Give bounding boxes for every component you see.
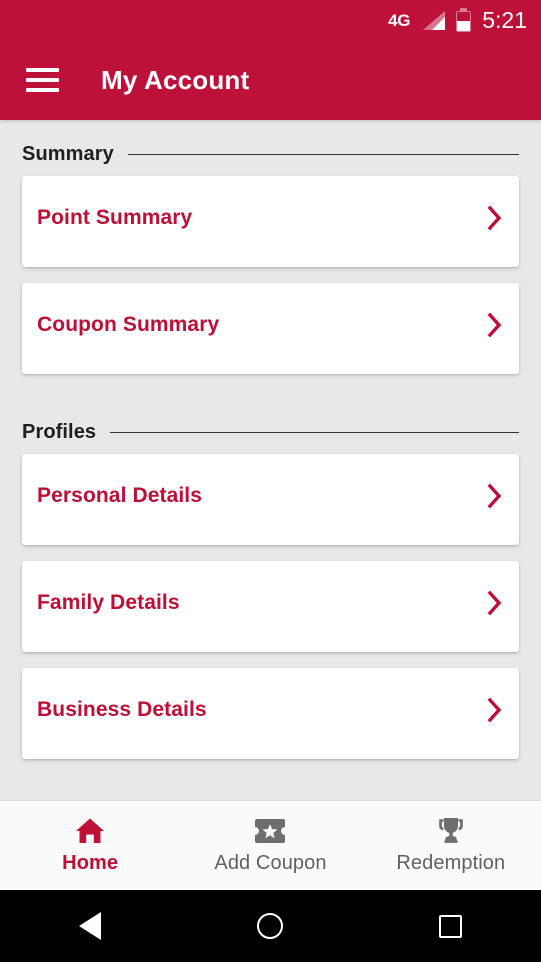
- bottom-navigation-bar: Home Add Coupon Redemption: [0, 800, 541, 890]
- list-item-business-details[interactable]: Business Details: [22, 668, 519, 759]
- chevron-right-icon: [487, 697, 503, 723]
- clock-label: 5:21: [482, 6, 527, 33]
- list-item-family-details[interactable]: Family Details: [22, 561, 519, 652]
- card-label: Coupon Summary: [37, 312, 220, 336]
- card-label: Family Details: [37, 590, 180, 614]
- trophy-icon: [436, 816, 466, 846]
- page-title: My Account: [101, 64, 250, 95]
- app-bar: My Account: [0, 40, 541, 120]
- chevron-right-icon: [487, 590, 503, 616]
- nav-item-label: Add Coupon: [214, 852, 327, 874]
- section-header-summary: Summary: [22, 120, 519, 176]
- android-system-nav: [0, 890, 541, 962]
- section-title: Profiles: [22, 421, 97, 443]
- list-item-coupon-summary[interactable]: Coupon Summary: [22, 283, 519, 374]
- recents-square-icon[interactable]: [361, 914, 541, 938]
- network-type-label: 4G: [388, 10, 411, 30]
- card-label: Point Summary: [37, 205, 193, 229]
- section-divider: [110, 432, 519, 433]
- list-item-point-summary[interactable]: Point Summary: [22, 176, 519, 267]
- card-label: Personal Details: [37, 483, 203, 507]
- nav-item-home[interactable]: Home: [0, 816, 180, 875]
- ticket-star-icon: [253, 816, 287, 846]
- content-area: Summary Point Summary Coupon Summary Pro…: [0, 120, 541, 800]
- battery-icon: [456, 8, 472, 32]
- hamburger-menu-icon[interactable]: [26, 68, 59, 92]
- nav-item-add-coupon[interactable]: Add Coupon: [180, 816, 360, 875]
- nav-item-label: Home: [62, 852, 119, 874]
- nav-item-label: Redemption: [396, 852, 506, 874]
- status-bar: 4G 5:21: [0, 0, 541, 40]
- signal-bars-icon: [421, 10, 446, 30]
- phone-screen: 4G 5:21 My Account Summary Point Summary: [0, 0, 541, 962]
- chevron-right-icon: [487, 312, 503, 338]
- home-icon: [75, 816, 105, 846]
- back-triangle-icon[interactable]: [0, 912, 180, 940]
- chevron-right-icon: [487, 205, 503, 231]
- home-circle-icon[interactable]: [180, 913, 360, 939]
- section-title: Summary: [22, 143, 114, 165]
- section-header-profiles: Profiles: [22, 398, 519, 454]
- nav-item-redemption[interactable]: Redemption: [361, 816, 541, 875]
- card-label: Business Details: [37, 697, 207, 721]
- list-item-personal-details[interactable]: Personal Details: [22, 454, 519, 545]
- chevron-right-icon: [487, 483, 503, 509]
- section-divider: [127, 154, 519, 155]
